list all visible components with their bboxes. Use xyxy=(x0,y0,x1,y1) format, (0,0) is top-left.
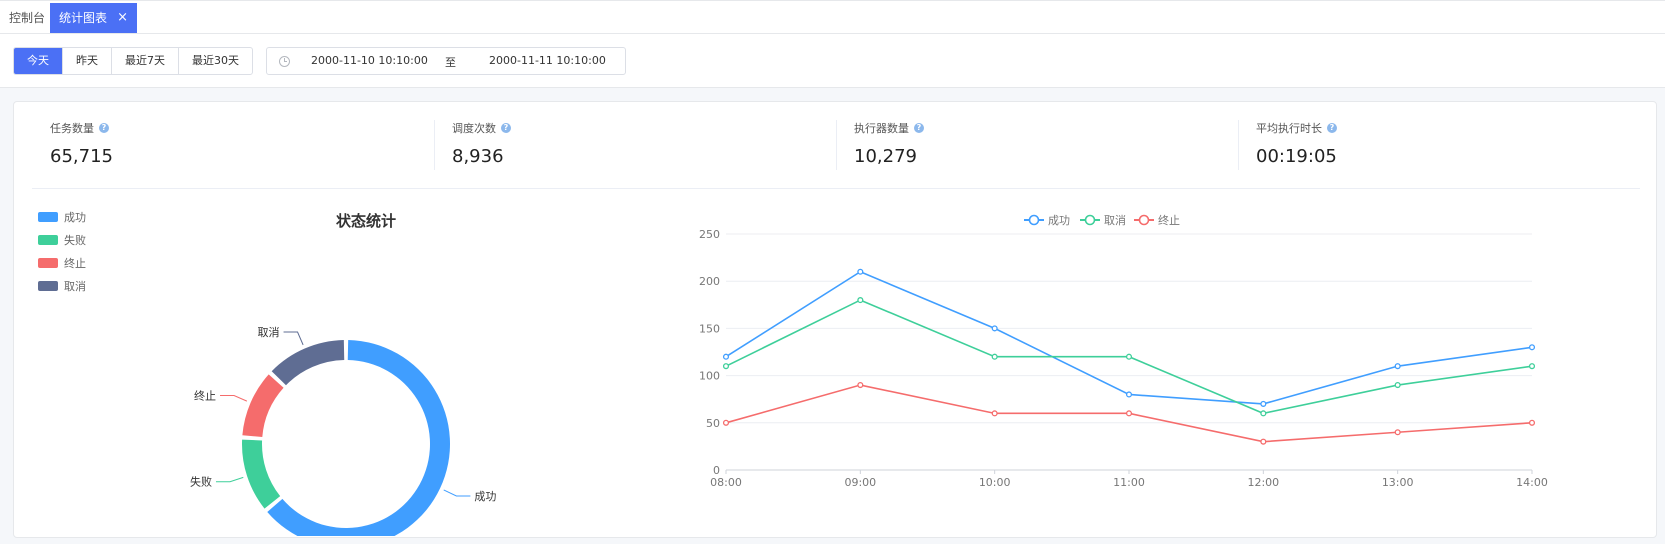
data-point[interactable] xyxy=(722,353,730,360)
stat-label: 调度次数? xyxy=(452,120,511,136)
data-point[interactable] xyxy=(1125,410,1133,417)
data-point[interactable] xyxy=(857,381,864,389)
data-point[interactable] xyxy=(1260,438,1267,445)
donut-slice-3[interactable] xyxy=(271,340,345,386)
y-tick-label: 250 xyxy=(699,228,720,241)
help-icon[interactable]: ? xyxy=(501,123,511,133)
stat-value: 65,715 xyxy=(50,146,113,167)
data-point[interactable] xyxy=(1125,391,1133,398)
data-point[interactable] xyxy=(1528,419,1536,426)
divider xyxy=(1238,120,1239,170)
donut-leader-line xyxy=(220,395,248,402)
time-range-group: 今天 昨天 最近7天 最近30天 xyxy=(13,47,253,75)
x-tick-label: 12:00 xyxy=(1247,476,1279,489)
legend-marker[interactable] xyxy=(1138,214,1150,226)
legend-label: 终止 xyxy=(1158,213,1180,227)
y-tick-label: 200 xyxy=(699,275,720,288)
date-start-input[interactable]: 2000-11-10 10:10:00 xyxy=(311,54,428,67)
stat-label: 任务数量? xyxy=(50,120,109,136)
data-point[interactable] xyxy=(857,268,864,275)
divider xyxy=(836,120,837,170)
tab-console[interactable]: 控制台 xyxy=(0,3,54,33)
tab-statistics-chart[interactable]: 统计图表 × xyxy=(50,3,138,33)
donut-slice-label: 失败 xyxy=(190,475,212,489)
range-yesterday-button[interactable]: 昨天 xyxy=(63,48,112,74)
tab-statistics-chart-label: 统计图表 xyxy=(59,11,108,25)
data-point[interactable] xyxy=(991,325,998,332)
donut-leader-line xyxy=(443,489,471,497)
donut-slice-label: 取消 xyxy=(258,325,280,339)
x-tick-label: 13:00 xyxy=(1382,476,1414,489)
donut-slice-label: 终止 xyxy=(194,389,216,403)
legend-label: 成功 xyxy=(1048,214,1070,227)
clock-icon xyxy=(279,56,290,67)
y-tick-label: 50 xyxy=(706,417,720,430)
divider xyxy=(32,188,1640,189)
data-point[interactable] xyxy=(722,419,730,426)
stat-label: 执行器数量? xyxy=(854,120,924,136)
donut-slice-1[interactable] xyxy=(242,439,281,509)
donut-slice-label: 成功 xyxy=(474,490,496,503)
data-point[interactable] xyxy=(1528,363,1536,370)
stat-value: 00:19:05 xyxy=(1256,146,1337,167)
data-point[interactable] xyxy=(991,410,998,417)
help-icon[interactable]: ? xyxy=(914,123,924,133)
x-tick-label: 14:00 xyxy=(1516,476,1548,489)
range-last30-button[interactable]: 最近30天 xyxy=(179,48,252,74)
range-today-button[interactable]: 今天 xyxy=(14,48,63,74)
legend-label: 取消 xyxy=(1104,213,1126,227)
donut-slice-2[interactable] xyxy=(242,374,284,437)
x-tick-label: 11:00 xyxy=(1113,476,1145,489)
donut-chart: 成功 失败 终止 取消 xyxy=(190,325,496,536)
series-line-0[interactable] xyxy=(725,270,1533,405)
donut-leader-line xyxy=(215,476,244,483)
divider xyxy=(434,120,435,170)
data-point[interactable] xyxy=(857,297,864,304)
statistics-card: 任务数量? 65,715 调度次数? 8,936 执行器数量? 10,279 平… xyxy=(13,101,1657,538)
legend-marker[interactable] xyxy=(1084,214,1096,226)
donut-leader-line xyxy=(283,331,304,346)
toolbar: 今天 昨天 最近7天 最近30天 2000-11-10 10:10:00 至 2… xyxy=(0,34,1665,88)
date-end-input[interactable]: 2000-11-11 10:10:00 xyxy=(489,54,606,67)
stat-label: 平均执行时长? xyxy=(1256,120,1337,136)
data-point[interactable] xyxy=(1260,410,1267,417)
line-chart: 05010015020025008:00 09:00 10:00 11:00 12:00… xyxy=(699,213,1548,489)
data-point[interactable] xyxy=(722,363,730,370)
legend-marker[interactable] xyxy=(1028,214,1040,226)
x-tick-label: 10:00 xyxy=(979,476,1011,489)
date-range-picker[interactable]: 2000-11-10 10:10:00 至 2000-11-11 10:10:0… xyxy=(266,47,626,75)
help-icon[interactable]: ? xyxy=(99,123,109,133)
data-point[interactable] xyxy=(1528,344,1536,351)
range-last7-button[interactable]: 最近7天 xyxy=(112,48,179,74)
help-icon[interactable]: ? xyxy=(1327,123,1337,133)
data-point[interactable] xyxy=(1394,363,1401,370)
close-icon[interactable]: × xyxy=(117,3,128,33)
data-point[interactable] xyxy=(1394,381,1401,389)
stat-value: 8,936 xyxy=(452,146,504,167)
date-separator: 至 xyxy=(445,56,456,69)
data-point[interactable] xyxy=(1260,400,1267,407)
y-tick-label: 150 xyxy=(699,322,720,335)
data-point[interactable] xyxy=(1394,429,1401,436)
stat-value: 10,279 xyxy=(854,146,917,167)
y-tick-label: 100 xyxy=(699,370,720,383)
x-tick-label: 09:00 xyxy=(844,476,876,489)
x-tick-label: 08:00 xyxy=(710,476,742,489)
data-point[interactable] xyxy=(991,353,998,360)
data-point[interactable] xyxy=(1125,353,1133,360)
tab-bar: 控制台 统计图表 × xyxy=(0,0,1665,34)
